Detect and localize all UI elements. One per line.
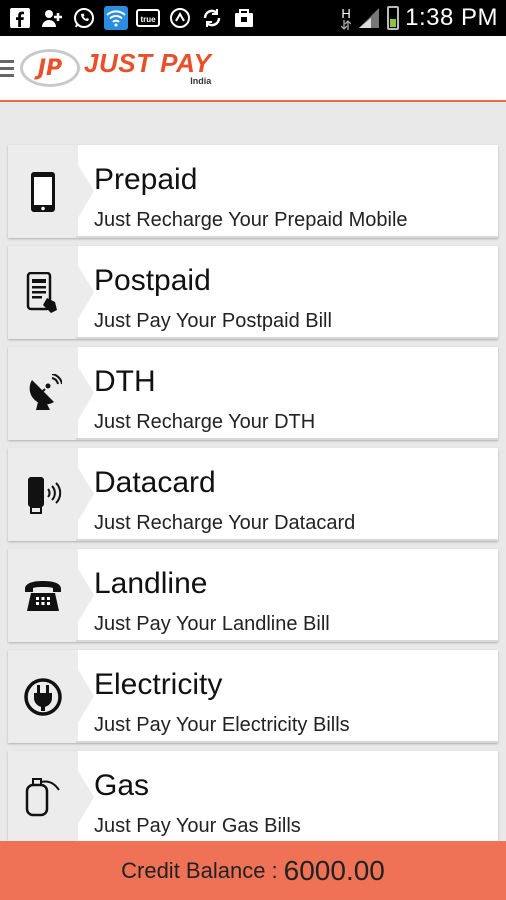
service-subtitle: Just Pay Your Landline Bill (94, 613, 330, 635)
credit-balance-label: Credit Balance : (121, 857, 278, 883)
data-arrows-icon (341, 19, 352, 30)
menu-icon[interactable] (0, 59, 16, 77)
service-subtitle: Just Pay Your Postpaid Bill (94, 310, 332, 332)
service-title: DTH (94, 365, 156, 398)
service-title: Prepaid (94, 163, 198, 196)
service-item-landline[interactable]: Landline Just Pay Your Landline Bill (8, 549, 498, 642)
truecaller-icon: true (136, 6, 160, 30)
status-bar: true H 1:38 PM (0, 0, 506, 36)
credit-balance-bar: Credit Balance : 6000.00 (0, 841, 506, 900)
logo-badge: JP (20, 49, 80, 87)
service-title: Gas (94, 769, 150, 802)
svg-text:true: true (140, 15, 156, 24)
service-item-electricity[interactable]: Electricity Just Pay Your Electricity Bi… (8, 650, 498, 743)
signal-icon (357, 6, 381, 30)
service-subtitle: Just Recharge Your Prepaid Mobile (94, 209, 408, 231)
service-title: Electricity (94, 668, 223, 701)
app-header: JP JUST PAY India (0, 36, 506, 102)
service-title: Datacard (94, 466, 216, 499)
service-item-gas[interactable]: Gas Just Pay Your Gas Bills (8, 751, 498, 844)
service-item-dth[interactable]: DTH Just Recharge Your DTH (8, 347, 498, 440)
service-subtitle: Just Recharge Your Datacard (94, 512, 356, 534)
app-logo: JP JUST PAY India (20, 49, 211, 87)
logo-title: JUST PAY (84, 48, 212, 78)
sync-icon (168, 6, 192, 30)
whatsapp-icon (72, 6, 96, 30)
service-item-prepaid[interactable]: Prepaid Just Recharge Your Prepaid Mobil… (8, 145, 498, 238)
wifi-icon (104, 6, 128, 30)
service-list: Prepaid Just Recharge Your Prepaid Mobil… (8, 145, 498, 852)
service-subtitle: Just Recharge Your DTH (94, 411, 316, 433)
service-item-postpaid[interactable]: Postpaid Just Pay Your Postpaid Bill (8, 246, 498, 339)
add-contact-icon (40, 6, 64, 30)
credit-balance-value: 6000.00 (283, 854, 385, 886)
bag-icon (232, 6, 256, 30)
network-type-label: H (341, 5, 351, 21)
refresh-icon (200, 6, 224, 30)
service-subtitle: Just Pay Your Gas Bills (94, 815, 301, 837)
facebook-icon (8, 6, 32, 30)
service-subtitle: Just Pay Your Electricity Bills (94, 714, 350, 736)
battery-icon (387, 6, 400, 30)
service-item-datacard[interactable]: Datacard Just Recharge Your Datacard (8, 448, 498, 541)
service-title: Landline (94, 567, 208, 600)
clock: 1:38 PM (405, 4, 498, 31)
service-title: Postpaid (94, 264, 211, 297)
logo-subtitle: India (190, 76, 212, 86)
